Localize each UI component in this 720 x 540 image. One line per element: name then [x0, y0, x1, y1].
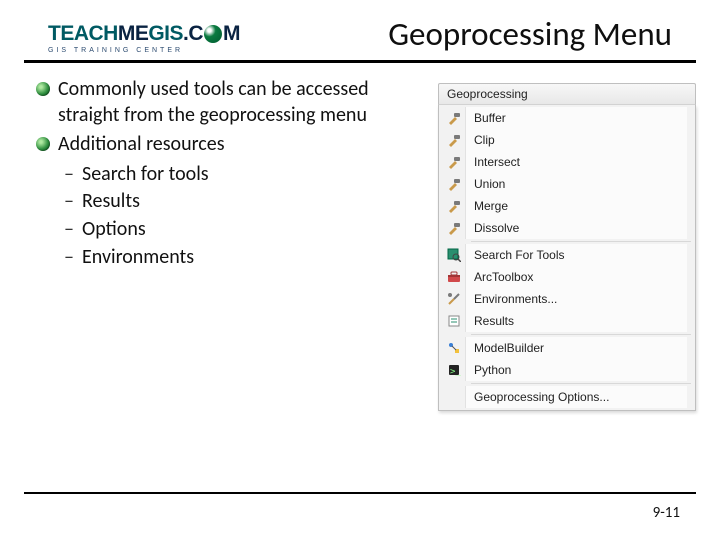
dash-icon: – — [62, 217, 76, 243]
slide-header: TEACHMEGIS.C M GIS TRAINING CENTER Geopro… — [24, 0, 696, 63]
menu-label: Dissolve — [465, 217, 687, 239]
footer-rule — [24, 492, 696, 494]
menu-label: ArcToolbox — [465, 266, 687, 288]
menu-label: Python — [465, 359, 687, 381]
tools-icon — [443, 288, 465, 310]
menu-item-dissolve[interactable]: Dissolve — [441, 217, 693, 239]
menu-label: Buffer — [465, 107, 687, 129]
dash-icon: – — [62, 245, 76, 271]
menu-item-geoprocessing-options[interactable]: Geoprocessing Options... — [441, 386, 693, 408]
menu-separator — [471, 334, 691, 335]
menu-item-search-for-tools[interactable]: Search For Tools — [441, 244, 693, 266]
bullet-item: Additional resources — [36, 132, 412, 158]
search-icon — [443, 244, 465, 266]
menu-item-merge[interactable]: Merge — [441, 195, 693, 217]
menu-item-intersect[interactable]: Intersect — [441, 151, 693, 173]
bullet-item: Commonly used tools can be accessed stra… — [36, 77, 412, 128]
logo-text: GIS — [148, 22, 183, 46]
python-icon: >_ — [443, 359, 465, 381]
hammer-icon — [443, 173, 465, 195]
logo-text: M — [223, 22, 240, 46]
menu-item-clip[interactable]: Clip — [441, 129, 693, 151]
sub-bullet-item: –Environments — [62, 245, 412, 271]
bullet-text: Commonly used tools can be accessed stra… — [58, 77, 412, 128]
menu-label: Merge — [465, 195, 687, 217]
menu-item-environments[interactable]: Environments... — [441, 288, 693, 310]
globe-bullet-icon — [36, 137, 50, 151]
menu-label: Union — [465, 173, 687, 195]
bullet-text: Additional resources — [58, 132, 225, 158]
slide-body: Commonly used tools can be accessed stra… — [0, 63, 720, 411]
menu-separator — [471, 383, 691, 384]
menu-item-arctoolbox[interactable]: ArcToolbox — [441, 266, 693, 288]
menu-item-python[interactable]: >_ Python — [441, 359, 693, 381]
menu-item-modelbuilder[interactable]: ModelBuilder — [441, 337, 693, 359]
globe-bullet-icon — [36, 82, 50, 96]
hammer-icon — [443, 195, 465, 217]
dash-icon: – — [62, 189, 76, 215]
logo-subtitle: GIS TRAINING CENTER — [48, 47, 183, 54]
hammer-icon — [443, 217, 465, 239]
logo-text: TEACH — [48, 22, 118, 46]
menu-item-results[interactable]: Results — [441, 310, 693, 332]
modelbuilder-icon — [443, 337, 465, 359]
menu-label: Results — [465, 310, 687, 332]
sub-bullet-text: Results — [82, 189, 140, 215]
menu-label: Environments... — [465, 288, 687, 310]
sub-bullet-item: –Options — [62, 217, 412, 243]
dash-icon: – — [62, 162, 76, 188]
menu-label: ModelBuilder — [465, 337, 687, 359]
dropdown-menu: Buffer Clip Intersect Union Merge Dissol… — [438, 105, 696, 411]
menu-label: Clip — [465, 129, 687, 151]
sub-bullet-text: Search for tools — [82, 162, 209, 188]
sub-bullet-text: Options — [82, 217, 146, 243]
menu-separator — [471, 241, 691, 242]
sub-bullet-text: Environments — [82, 245, 194, 271]
logo-text: .C — [183, 22, 203, 46]
sub-bullet-list: –Search for tools –Results –Options –Env… — [62, 162, 412, 270]
toolbox-icon — [443, 266, 465, 288]
page-number: 9-11 — [653, 504, 680, 522]
menu-label: Search For Tools — [465, 244, 687, 266]
menu-title-bar: Geoprocessing — [438, 83, 696, 105]
svg-text:>_: >_ — [450, 367, 461, 377]
menu-item-union[interactable]: Union — [441, 173, 693, 195]
menu-label: Intersect — [465, 151, 687, 173]
geoprocessing-menu-screenshot: Geoprocessing Buffer Clip Intersect Unio… — [438, 83, 696, 411]
menu-item-buffer[interactable]: Buffer — [441, 107, 693, 129]
hammer-icon — [443, 129, 465, 151]
hammer-icon — [443, 107, 465, 129]
blank-icon — [443, 386, 465, 408]
sub-bullet-item: –Search for tools — [62, 162, 412, 188]
globe-icon — [204, 25, 222, 43]
sub-bullet-item: –Results — [62, 189, 412, 215]
brand-logo: TEACHMEGIS.C M GIS TRAINING CENTER — [48, 22, 240, 54]
results-icon — [443, 310, 465, 332]
hammer-icon — [443, 151, 465, 173]
bullet-list: Commonly used tools can be accessed stra… — [36, 77, 412, 411]
page-title: Geoprocessing Menu — [388, 14, 672, 54]
logo-text: ME — [118, 22, 149, 46]
menu-label: Geoprocessing Options... — [465, 386, 687, 408]
